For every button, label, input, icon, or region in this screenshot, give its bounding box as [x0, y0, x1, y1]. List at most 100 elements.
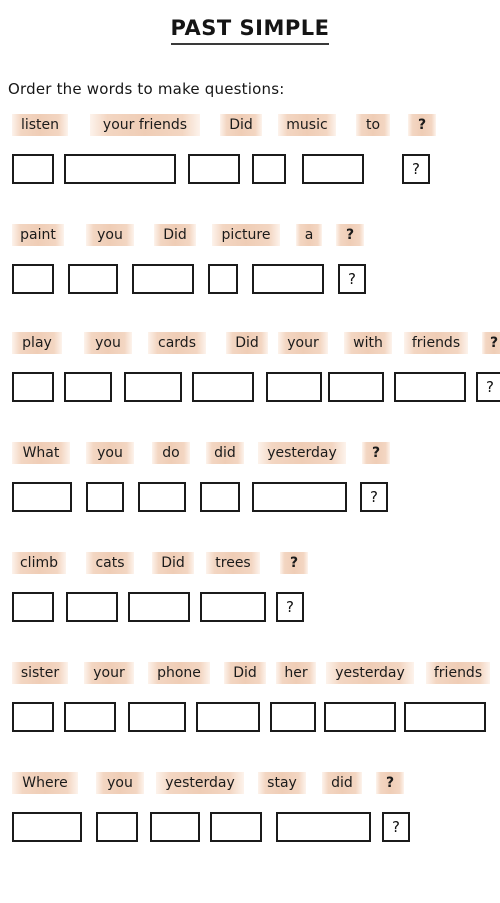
word-chip[interactable]: to	[356, 114, 390, 136]
answer-box[interactable]	[124, 372, 182, 402]
word-chip[interactable]: ?	[408, 114, 436, 136]
exercise-7: Where you yesterday stay did??	[0, 772, 500, 844]
exercise-3: play you cards Did your with friends??	[0, 332, 500, 404]
word-chip[interactable]: your friends	[90, 114, 200, 136]
word-chip[interactable]: Did	[154, 224, 196, 246]
word-chip[interactable]: ?	[482, 332, 500, 354]
word-chip[interactable]: Did	[220, 114, 262, 136]
word-chip[interactable]: listen	[12, 114, 68, 136]
answer-box[interactable]	[12, 812, 82, 842]
answer-box[interactable]	[196, 702, 260, 732]
answer-box[interactable]	[86, 482, 124, 512]
word-chip[interactable]: do	[152, 442, 190, 464]
answer-box[interactable]	[276, 812, 371, 842]
word-chip[interactable]: did	[206, 442, 244, 464]
word-chip[interactable]: her	[276, 662, 316, 684]
word-chip[interactable]: ?	[336, 224, 364, 246]
word-chip[interactable]: a	[296, 224, 322, 246]
answer-box[interactable]	[208, 264, 238, 294]
answer-box[interactable]	[128, 592, 190, 622]
question-mark-box[interactable]: ?	[476, 372, 500, 402]
word-chip[interactable]: Where	[12, 772, 78, 794]
word-chip[interactable]: friends	[404, 332, 468, 354]
word-chip[interactable]: stay	[258, 772, 306, 794]
answer-boxes-3: ?	[8, 372, 500, 404]
exercise-4: What you do did yesterday??	[0, 442, 500, 514]
answer-box[interactable]	[210, 812, 262, 842]
answer-box[interactable]	[12, 264, 54, 294]
word-chip[interactable]: did	[322, 772, 362, 794]
word-chip[interactable]: paint	[12, 224, 64, 246]
word-bank-3: play you cards Did your with friends?	[8, 332, 500, 356]
answer-box[interactable]	[394, 372, 466, 402]
word-chip[interactable]: yesterday	[156, 772, 244, 794]
word-chip[interactable]: music	[278, 114, 336, 136]
word-chip[interactable]: Did	[226, 332, 268, 354]
answer-box[interactable]	[12, 482, 72, 512]
answer-box[interactable]	[324, 702, 396, 732]
answer-box[interactable]	[64, 372, 112, 402]
word-bank-1: listen your friends Did music to?	[8, 114, 500, 138]
answer-box[interactable]	[132, 264, 194, 294]
question-mark-box[interactable]: ?	[402, 154, 430, 184]
answer-box[interactable]	[270, 702, 316, 732]
answer-box[interactable]	[188, 154, 240, 184]
answer-box[interactable]	[138, 482, 186, 512]
word-chip[interactable]: Did	[152, 552, 194, 574]
word-chip[interactable]: your	[84, 662, 134, 684]
word-chip[interactable]: What	[12, 442, 70, 464]
word-chip[interactable]: ?	[280, 552, 308, 574]
answer-box[interactable]	[12, 592, 54, 622]
word-chip[interactable]: yesterday	[326, 662, 414, 684]
word-chip[interactable]: you	[86, 442, 134, 464]
answer-box[interactable]	[66, 592, 118, 622]
answer-box[interactable]	[12, 154, 54, 184]
question-mark-box[interactable]: ?	[360, 482, 388, 512]
question-mark-box[interactable]: ?	[382, 812, 410, 842]
answer-box[interactable]	[252, 154, 286, 184]
question-mark-box[interactable]: ?	[276, 592, 304, 622]
word-chip[interactable]: you	[84, 332, 132, 354]
word-bank-2: paint you Did picture a?	[8, 224, 500, 248]
answer-box[interactable]	[64, 154, 176, 184]
answer-box[interactable]	[150, 812, 200, 842]
answer-boxes-5: ?	[8, 592, 500, 624]
answer-box[interactable]	[252, 482, 347, 512]
answer-box[interactable]	[404, 702, 486, 732]
answer-box[interactable]	[192, 372, 254, 402]
word-chip[interactable]: trees	[206, 552, 260, 574]
word-chip[interactable]: ?	[362, 442, 390, 464]
word-chip[interactable]: ?	[376, 772, 404, 794]
answer-box[interactable]	[200, 482, 240, 512]
word-chip[interactable]: your	[278, 332, 328, 354]
word-chip[interactable]: play	[12, 332, 62, 354]
answer-boxes-4: ?	[8, 482, 500, 514]
answer-box[interactable]	[64, 702, 116, 732]
word-chip[interactable]: picture	[212, 224, 280, 246]
word-chip[interactable]: you	[86, 224, 134, 246]
answer-box[interactable]	[266, 372, 322, 402]
page-title: PAST SIMPLE	[170, 16, 330, 45]
word-chip[interactable]: friends	[426, 662, 490, 684]
word-chip[interactable]: cards	[148, 332, 206, 354]
word-chip[interactable]: with	[344, 332, 392, 354]
word-chip[interactable]: phone	[148, 662, 210, 684]
answer-box[interactable]	[128, 702, 186, 732]
word-chip[interactable]: you	[96, 772, 144, 794]
answer-box[interactable]	[200, 592, 266, 622]
answer-box[interactable]	[96, 812, 138, 842]
instruction-text: Order the words to make questions:	[8, 80, 285, 98]
question-mark-box[interactable]: ?	[338, 264, 366, 294]
answer-box[interactable]	[68, 264, 118, 294]
word-chip[interactable]: cats	[86, 552, 134, 574]
answer-box[interactable]	[12, 702, 54, 732]
answer-box[interactable]	[302, 154, 364, 184]
word-chip[interactable]: climb	[12, 552, 66, 574]
word-bank-4: What you do did yesterday?	[8, 442, 500, 466]
answer-box[interactable]	[252, 264, 324, 294]
word-chip[interactable]: yesterday	[258, 442, 346, 464]
answer-box[interactable]	[328, 372, 384, 402]
word-chip[interactable]: sister	[12, 662, 68, 684]
word-chip[interactable]: Did	[224, 662, 266, 684]
answer-box[interactable]	[12, 372, 54, 402]
